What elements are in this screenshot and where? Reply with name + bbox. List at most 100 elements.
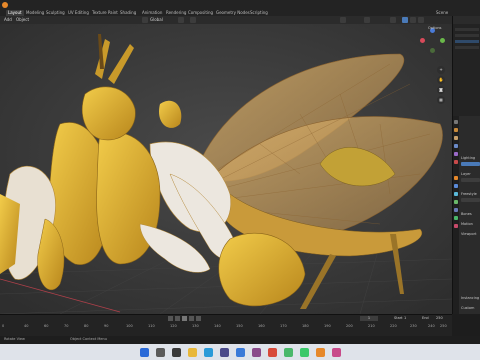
timeline-panel[interactable]: 1 Start 1 End 250 0 40 60 70 80 90 100 1… (0, 314, 452, 337)
bones-label[interactable]: Bones (461, 212, 472, 216)
frame-tick: 70 (64, 324, 69, 328)
layer-label[interactable]: Layer (461, 172, 471, 176)
task-view-icon[interactable] (172, 348, 181, 357)
frame-tick: 90 (104, 324, 109, 328)
gizmo-y-negative-icon[interactable] (430, 48, 435, 53)
orchid-mantis-model[interactable] (0, 24, 452, 314)
viewport-display-label[interactable]: Viewport (461, 232, 476, 236)
tool-tab-icon[interactable] (454, 120, 458, 124)
status-left: Rotate View (4, 337, 25, 341)
prev-key-icon[interactable] (175, 316, 180, 321)
frame-tick: 170 (280, 324, 287, 328)
frame-tick: 210 (368, 324, 375, 328)
edge-icon[interactable] (204, 348, 213, 357)
zoom-icon[interactable]: + (437, 66, 445, 74)
status-bar: Rotate View Object Context Menu (0, 336, 480, 344)
render-tab-icon[interactable] (454, 128, 458, 132)
app-icon[interactable] (252, 348, 261, 357)
camera-icon[interactable]: ◙ (437, 86, 445, 94)
blender-logo-icon[interactable] (2, 2, 8, 8)
app-icon[interactable] (284, 348, 293, 357)
shading-material-icon[interactable] (410, 17, 416, 23)
data-tab-icon[interactable] (454, 216, 458, 220)
frame-tick: 250 (440, 324, 447, 328)
mail-icon[interactable] (236, 348, 245, 357)
material-tab-icon[interactable] (454, 224, 458, 228)
jump-start-icon[interactable] (168, 316, 173, 321)
lighting-label[interactable]: Lighting (461, 156, 475, 160)
object-tab-icon[interactable] (454, 176, 458, 180)
status-middle: Object Context Menu (70, 337, 107, 341)
add-menu[interactable]: Add (4, 17, 12, 23)
blender-taskbar-icon[interactable] (316, 348, 325, 357)
proportional-edit-icon[interactable] (190, 17, 196, 23)
search-icon[interactable] (156, 348, 165, 357)
end-frame-field[interactable]: 250 (436, 316, 443, 320)
start-label: Start (394, 316, 403, 320)
frame-tick: 110 (148, 324, 155, 328)
frame-tick: 140 (214, 324, 221, 328)
windows-logo-icon[interactable] (140, 348, 149, 357)
properties-panel[interactable]: Lighting Layer Freestyle Bones Motion Vi… (452, 116, 480, 314)
particles-tab-icon[interactable] (454, 192, 458, 196)
scene-tab-icon[interactable] (454, 152, 458, 156)
overlay-icon[interactable] (364, 17, 370, 23)
whatsapp-icon[interactable] (300, 348, 309, 357)
options-button[interactable]: Options (428, 26, 442, 30)
play-icon[interactable] (182, 316, 187, 321)
windows-taskbar (0, 344, 480, 360)
gizmo-x-axis-icon[interactable] (420, 38, 425, 43)
frame-tick: 160 (258, 324, 265, 328)
store-icon[interactable] (220, 348, 229, 357)
frame-tick: 150 (236, 324, 243, 328)
xray-icon[interactable] (390, 17, 396, 23)
outliner-row[interactable] (455, 34, 479, 37)
freestyle-label[interactable]: Freestyle (461, 192, 477, 196)
transform-orientation-icon[interactable] (142, 17, 148, 23)
visibility-icon[interactable] (340, 17, 346, 23)
outliner-row[interactable] (455, 46, 479, 49)
shading-rendered-icon[interactable] (418, 17, 424, 23)
outliner-row[interactable] (455, 40, 479, 43)
frame-tick: 120 (170, 324, 177, 328)
3d-viewport[interactable]: + ✋ ◙ ▦ Options (0, 24, 452, 314)
frame-tick: 100 (126, 324, 133, 328)
physics-tab-icon[interactable] (454, 200, 458, 204)
outliner-row[interactable] (455, 28, 479, 31)
shading-solid-icon[interactable] (402, 17, 408, 23)
workspace-bar: Layout Modeling Sculpting UV Editing Tex… (0, 0, 480, 17)
chrome-icon[interactable] (268, 348, 277, 357)
file-explorer-icon[interactable] (188, 348, 197, 357)
layer-field[interactable] (461, 178, 480, 182)
world-tab-icon[interactable] (454, 160, 458, 164)
frame-tick: 220 (390, 324, 397, 328)
next-key-icon[interactable] (189, 316, 194, 321)
frame-tick: 190 (324, 324, 331, 328)
frame-tick: 240 (428, 324, 435, 328)
hand-icon[interactable]: ✋ (437, 76, 445, 84)
motion-label[interactable]: Motion (461, 222, 473, 226)
frame-tick: 200 (346, 324, 353, 328)
start-frame-field[interactable]: 1 (404, 316, 406, 320)
constraint-tab-icon[interactable] (454, 208, 458, 212)
outliner-panel[interactable] (452, 16, 480, 116)
freestyle-field[interactable] (461, 198, 480, 202)
nav-gizmo-icon[interactable] (420, 28, 446, 54)
jump-end-icon[interactable] (196, 316, 201, 321)
properties-tabs (453, 116, 459, 314)
output-tab-icon[interactable] (454, 136, 458, 140)
frame-tick: 130 (192, 324, 199, 328)
gizmo-y-axis-icon[interactable] (440, 38, 445, 43)
grid-icon[interactable]: ▦ (437, 96, 445, 104)
app-icon[interactable] (332, 348, 341, 357)
current-frame-field[interactable]: 1 (360, 316, 378, 321)
lighting-field[interactable] (461, 162, 480, 166)
view-layer-tab-icon[interactable] (454, 144, 458, 148)
modifier-tab-icon[interactable] (454, 184, 458, 188)
orientation-dropdown[interactable]: Global (150, 17, 163, 23)
custom-properties-label[interactable]: Custom (461, 306, 474, 310)
instancing-label[interactable]: Instancing (461, 296, 479, 300)
object-menu[interactable]: Object (16, 17, 29, 23)
scene-selector[interactable]: Scene (436, 10, 448, 15)
snap-icon[interactable] (178, 17, 184, 23)
